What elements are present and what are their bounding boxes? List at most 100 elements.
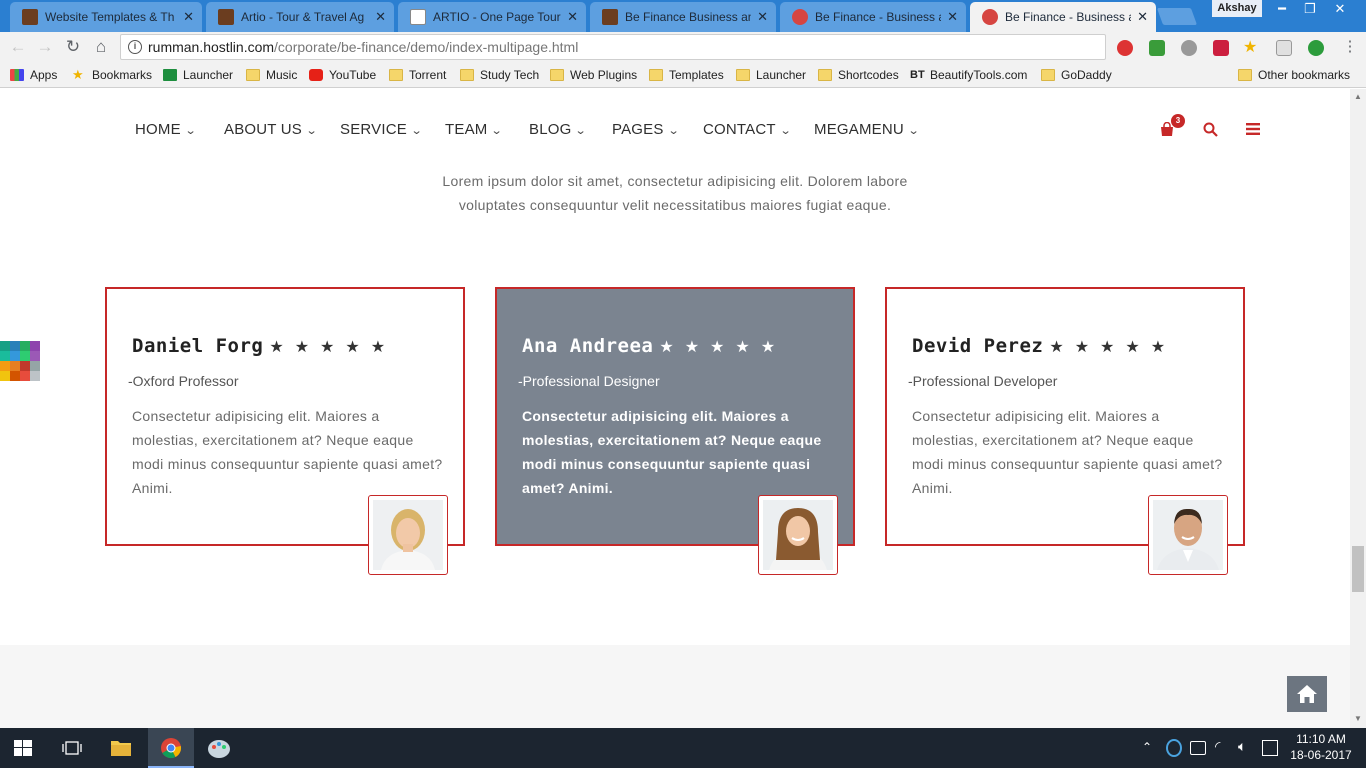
battery-tray-icon[interactable] (1190, 741, 1206, 755)
restore-icon[interactable]: ❐ (1296, 0, 1324, 18)
folder-icon (246, 69, 260, 81)
be-finance-favicon-icon (792, 9, 808, 25)
nav-label: ABOUT US (224, 121, 303, 138)
bookmark-apps[interactable]: Apps (10, 67, 57, 83)
task-view-icon[interactable] (62, 741, 82, 755)
windows-start-icon[interactable] (14, 740, 32, 756)
testimonial-name-row: Devid Perez ★★★★★ (912, 335, 1176, 357)
cart-count-badge: 3 (1171, 114, 1185, 128)
bookmark-beautifytools[interactable]: BT BeautifyTools.com (910, 67, 1027, 83)
site-favicon-icon (218, 9, 234, 25)
beautifytools-icon: BT (910, 69, 925, 81)
nav-megamenu[interactable]: MEGAMENU ⌄ (814, 121, 920, 138)
nav-home[interactable]: HOME ⌄ (135, 121, 197, 138)
bookmark-templates[interactable]: Templates (649, 67, 724, 83)
testimonial-role: -Professional Developer (908, 373, 1058, 389)
testimonial-role: -Oxford Professor (128, 373, 239, 389)
url-path: /corporate/be-finance/demo/index-multipa… (274, 39, 579, 55)
action-center-icon[interactable] (1262, 740, 1278, 756)
chrome-menu-icon[interactable]: ⋮ (1340, 37, 1360, 57)
nav-team[interactable]: TEAM ⌄ (445, 121, 503, 138)
bookmark-music[interactable]: Music (246, 67, 297, 83)
show-hidden-icons-icon[interactable]: ⌃ (1142, 740, 1152, 756)
back-icon[interactable]: ← (8, 37, 28, 57)
chrome-taskbar-button[interactable] (148, 728, 194, 768)
back-to-top-button[interactable] (1287, 676, 1327, 712)
hamburger-menu-icon[interactable] (1246, 123, 1260, 135)
volume-tray-icon[interactable]: 🔈︎ (1238, 738, 1246, 758)
close-window-icon[interactable]: ✕ (1326, 0, 1354, 18)
reload-icon[interactable]: ↻ (63, 37, 83, 57)
bookmark-youtube[interactable]: YouTube (309, 67, 376, 83)
close-tab-icon[interactable]: ✕ (183, 9, 194, 25)
color-switcher-widget[interactable] (0, 341, 40, 381)
forward-icon[interactable]: → (35, 37, 55, 57)
page-scrollbar[interactable] (1350, 89, 1366, 728)
scroll-up-icon[interactable]: ▲ (1350, 92, 1366, 104)
nav-about-us[interactable]: ABOUT US ⌄ (224, 121, 318, 138)
avatar (1148, 495, 1228, 575)
extension-box-icon[interactable] (1276, 40, 1292, 56)
bookmark-launcher[interactable]: Launcher (163, 67, 233, 83)
browser-tab-6-active[interactable]: Be Finance - Business an ✕ (970, 2, 1156, 32)
bookmark-label: Study Tech (480, 68, 540, 82)
search-icon[interactable] (1203, 122, 1218, 137)
close-tab-icon[interactable]: ✕ (375, 9, 386, 25)
bookmark-web-plugins[interactable]: Web Plugins (550, 67, 637, 83)
extension-grey-icon[interactable] (1181, 40, 1197, 56)
bookmark-label: Bookmarks (92, 68, 153, 82)
extension-media-icon[interactable] (1213, 40, 1229, 56)
apps-grid-icon (10, 69, 24, 81)
nav-contact[interactable]: CONTACT ⌄ (703, 121, 792, 138)
system-clock[interactable]: 11:10 AM 18-06-2017 (1288, 731, 1354, 763)
browser-tab-3[interactable]: ARTIO - One Page Tour & ✕ (398, 2, 586, 32)
shield-extension-icon[interactable] (1149, 40, 1165, 56)
minimize-icon[interactable]: ━ (1268, 0, 1296, 18)
browser-tab-2[interactable]: Artio - Tour & Travel Ag ✕ (206, 2, 394, 32)
nav-service[interactable]: SERVICE ⌄ (340, 121, 423, 138)
bookmark-other[interactable]: Other bookmarks (1238, 67, 1350, 83)
intro-line: Lorem ipsum dolor sit amet, consectetur … (442, 173, 908, 189)
next-section-background (0, 645, 1350, 728)
close-tab-icon[interactable]: ✕ (1137, 9, 1148, 25)
scrollbar-thumb[interactable] (1352, 546, 1364, 592)
bookmark-study-tech[interactable]: Study Tech (460, 67, 539, 83)
site-favicon-icon (602, 9, 618, 25)
file-explorer-icon[interactable] (110, 738, 132, 758)
browser-tab-4[interactable]: Be Finance Business and ✕ (590, 2, 776, 32)
bookmarks-bar: Apps ★ Bookmarks Launcher Music YouTube T… (0, 62, 1366, 88)
profile-name[interactable]: Akshay (1212, 0, 1262, 17)
close-tab-icon[interactable]: ✕ (947, 9, 958, 25)
sync-tray-icon[interactable] (1166, 739, 1182, 757)
browser-tab-5[interactable]: Be Finance - Business ar ✕ (780, 2, 966, 32)
chevron-down-icon: ⌄ (184, 125, 197, 137)
bookmark-godaddy[interactable]: GoDaddy (1041, 67, 1112, 83)
testimonial-name: Devid Perez (912, 335, 1044, 357)
nav-label: BLOG (529, 121, 572, 138)
bookmark-torrent[interactable]: Torrent (389, 67, 446, 83)
nav-label: HOME (135, 121, 181, 138)
bookmark-launcher-folder[interactable]: Launcher (736, 67, 806, 83)
bookmark-shortcodes[interactable]: Shortcodes (818, 67, 899, 83)
new-tab-button[interactable] (1156, 8, 1198, 25)
scroll-down-icon[interactable]: ▼ (1350, 714, 1366, 726)
tab-title: Be Finance Business and (625, 10, 752, 24)
paint-app-icon[interactable] (207, 737, 231, 759)
close-tab-icon[interactable]: ✕ (567, 9, 578, 25)
star-bookmark-icon[interactable]: ★ (1243, 40, 1259, 56)
bookmark-bookmarks[interactable]: ★ Bookmarks (72, 67, 152, 83)
site-favicon-icon (22, 9, 38, 25)
nav-pages[interactable]: PAGES ⌄ (612, 121, 679, 138)
extension-green-icon[interactable] (1308, 40, 1324, 56)
wifi-tray-icon[interactable]: ◜ (1215, 738, 1220, 758)
testimonial-quote: Consectetur adipisicing elit. Maiores a … (132, 408, 443, 496)
close-tab-icon[interactable]: ✕ (757, 9, 768, 25)
address-bar[interactable]: i rumman.hostlin.com/corporate/be-financ… (120, 34, 1106, 60)
tab-strip: Website Templates & Th ✕ Artio - Tour & … (0, 0, 1366, 32)
chevron-down-icon: ⌄ (779, 125, 792, 137)
browser-tab-1[interactable]: Website Templates & Th ✕ (10, 2, 202, 32)
extension-red-icon[interactable] (1117, 40, 1133, 56)
nav-blog[interactable]: BLOG ⌄ (529, 121, 587, 138)
home-icon[interactable]: ⌂ (91, 37, 111, 57)
info-icon[interactable]: i (128, 40, 142, 54)
